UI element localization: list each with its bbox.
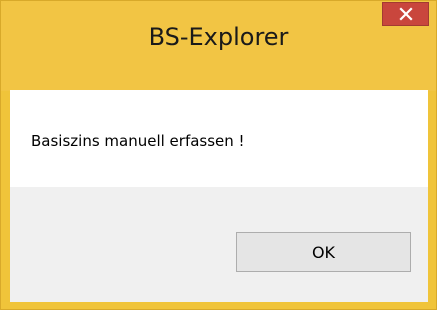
message-text: Basiszins manuell erfassen ! xyxy=(31,132,245,150)
close-icon xyxy=(398,7,413,21)
ok-button[interactable]: OK xyxy=(236,232,411,272)
message-area: Basiszins manuell erfassen ! xyxy=(10,90,428,187)
dialog-client-area: Basiszins manuell erfassen ! OK xyxy=(10,90,428,302)
close-button[interactable] xyxy=(382,2,429,26)
dialog-window: BS-Explorer Basiszins manuell erfassen !… xyxy=(0,0,437,310)
title-bar[interactable]: BS-Explorer xyxy=(1,1,436,91)
window-title: BS-Explorer xyxy=(148,23,289,51)
